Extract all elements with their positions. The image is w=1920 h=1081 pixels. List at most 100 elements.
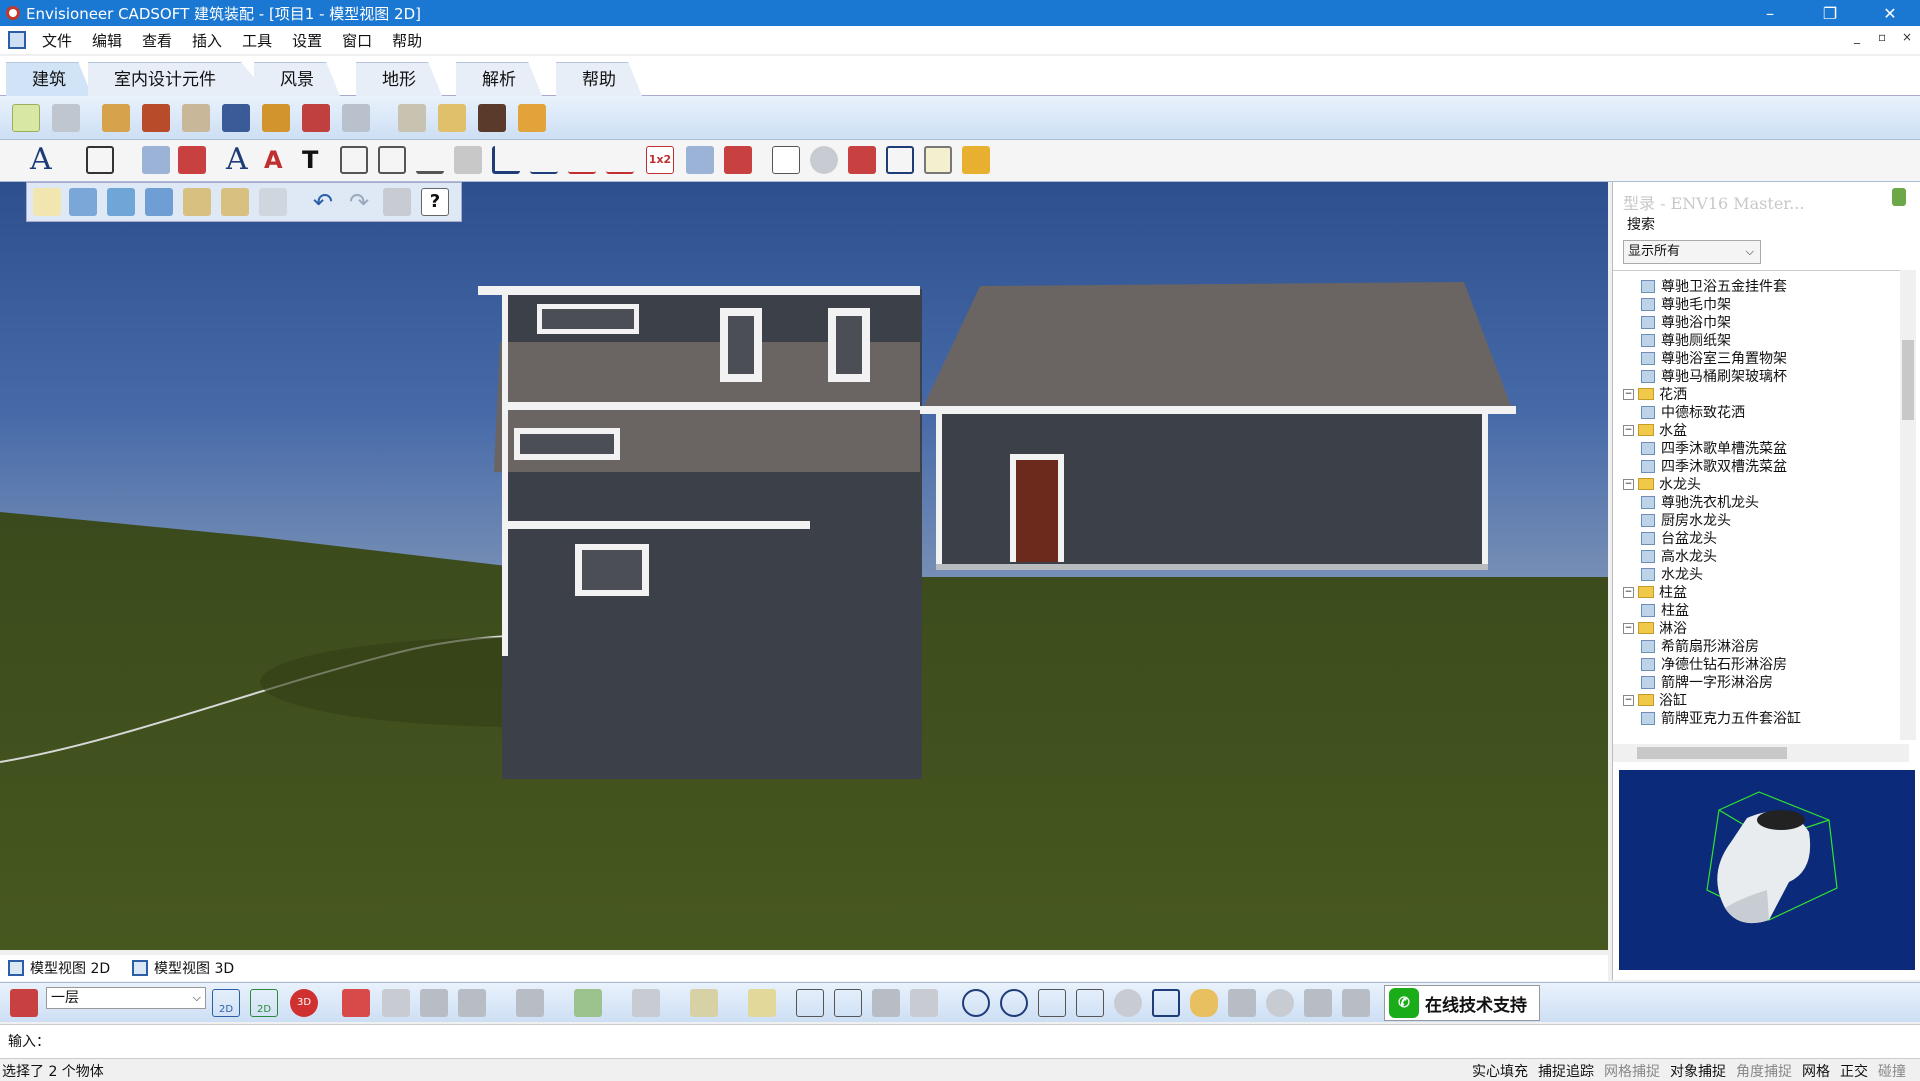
house-outline-icon[interactable]: [458, 989, 486, 1017]
tree-item[interactable]: 四季沐歌双槽洗菜盆: [1641, 457, 1787, 475]
dim-ordinate-icon[interactable]: [492, 146, 520, 174]
tree-folder[interactable]: − 水龙头: [1623, 475, 1701, 493]
fly-icon[interactable]: [1304, 989, 1332, 1017]
collapse-icon[interactable]: −: [1623, 388, 1634, 400]
gear-icon[interactable]: [810, 146, 838, 174]
minimize-button[interactable]: –: [1742, 0, 1798, 26]
restore-button[interactable]: ❐: [1802, 0, 1858, 26]
tree-horizontal-scrollbar[interactable]: [1613, 744, 1909, 762]
roof-icon[interactable]: [516, 989, 544, 1017]
document-icon[interactable]: [8, 31, 26, 49]
collapse-icon[interactable]: −: [1623, 586, 1634, 598]
tree-item[interactable]: 尊驰洗衣机龙头: [1641, 493, 1759, 511]
paint-brush-icon[interactable]: [52, 104, 80, 132]
tab-terrain[interactable]: 地形: [356, 62, 442, 96]
tv-icon[interactable]: [222, 104, 250, 132]
menu-insert[interactable]: 插入: [182, 30, 232, 51]
orbit-icon[interactable]: [1266, 989, 1294, 1017]
scale-icon[interactable]: 1x2: [646, 146, 674, 174]
plant-icon[interactable]: [438, 104, 466, 132]
tree-item[interactable]: 箭牌亚克力五件套浴缸: [1641, 709, 1801, 727]
tree-item[interactable]: 尊驰浴室三角置物架: [1641, 349, 1787, 367]
online-support-button[interactable]: ✆ 在线技术支持: [1384, 985, 1540, 1021]
menu-file[interactable]: 文件: [32, 30, 82, 51]
tab-model-view-2d[interactable]: 模型视图 2D: [8, 957, 110, 979]
tree-item[interactable]: 箭牌一字形淋浴房: [1641, 673, 1773, 691]
sofa-icon[interactable]: [262, 104, 290, 132]
tree-item[interactable]: 厨房水龙头: [1641, 511, 1731, 529]
tree-folder[interactable]: − 浴缸: [1623, 691, 1687, 709]
tree-item[interactable]: 水龙头: [1641, 565, 1703, 583]
tree-folder[interactable]: − 淋浴: [1623, 619, 1687, 637]
status-toggle[interactable]: 捕捉追踪: [1538, 1061, 1594, 1081]
dim-vertical-icon[interactable]: [340, 146, 368, 174]
tab-model-view-3d[interactable]: 模型视图 3D: [132, 957, 234, 979]
zoom-extents-icon[interactable]: [1076, 989, 1104, 1017]
status-toggle[interactable]: 实心填充: [1472, 1061, 1528, 1081]
dim-chain-icon[interactable]: [530, 146, 558, 174]
tree-folder[interactable]: − 花洒: [1623, 385, 1687, 403]
print-icon[interactable]: [383, 188, 411, 216]
dim-auto-icon[interactable]: [606, 146, 634, 174]
components-icon[interactable]: [342, 989, 370, 1017]
menu-window[interactable]: 窗口: [332, 30, 382, 51]
display-settings-icon[interactable]: [796, 989, 824, 1017]
home-view-icon[interactable]: [872, 989, 900, 1017]
tree-hscroll-thumb[interactable]: [1637, 747, 1787, 759]
tree-vertical-scrollbar[interactable]: [1900, 270, 1916, 740]
collapse-icon[interactable]: −: [1623, 694, 1634, 706]
dim-box-icon[interactable]: [378, 146, 406, 174]
status-toggle[interactable]: 网格捕捉: [1604, 1061, 1660, 1081]
stove-icon[interactable]: [478, 104, 506, 132]
library-icon[interactable]: [259, 188, 287, 216]
save-icon[interactable]: [183, 188, 211, 216]
fireplace-icon[interactable]: [302, 104, 330, 132]
fence-icon[interactable]: [690, 989, 718, 1017]
dim-baseline-icon[interactable]: [568, 146, 596, 174]
collapse-icon[interactable]: −: [1623, 622, 1634, 634]
mdi-close-button[interactable]: ×: [1902, 30, 1912, 44]
status-toggle[interactable]: 正交: [1840, 1061, 1868, 1081]
status-toggle[interactable]: 角度捕捉: [1736, 1061, 1792, 1081]
tree-folder[interactable]: − 柱盆: [1623, 583, 1687, 601]
menu-help[interactable]: 帮助: [382, 30, 432, 51]
zoom-icon[interactable]: [1114, 989, 1142, 1017]
lock-icon[interactable]: [1892, 188, 1906, 206]
save-as-icon[interactable]: [221, 188, 249, 216]
layer-select[interactable]: 一层 ⌵: [46, 987, 206, 1009]
walk-icon[interactable]: [1228, 989, 1256, 1017]
undo-icon[interactable]: ↶: [309, 188, 337, 216]
picture-icon[interactable]: [342, 104, 370, 132]
view-2d-3d-icon[interactable]: 2D: [250, 989, 278, 1017]
select-pointer-icon[interactable]: [12, 104, 40, 132]
command-line[interactable]: 输入：: [0, 1024, 1920, 1058]
redo-icon[interactable]: ↷: [345, 188, 373, 216]
tree-scroll-thumb[interactable]: [1902, 340, 1914, 420]
collapse-icon[interactable]: −: [1623, 424, 1634, 436]
tree-item[interactable]: 尊驰马桶刷架玻璃杯: [1641, 367, 1787, 385]
folder-icon[interactable]: [145, 188, 173, 216]
menu-edit[interactable]: 编辑: [82, 30, 132, 51]
dim-angle-icon[interactable]: [454, 146, 482, 174]
info-tag-icon[interactable]: [178, 146, 206, 174]
zoom-window-icon[interactable]: [1038, 989, 1066, 1017]
close-button[interactable]: ✕: [1862, 0, 1918, 26]
fixture-icon[interactable]: [518, 104, 546, 132]
status-toggle[interactable]: 网格: [1802, 1061, 1830, 1081]
chart-icon[interactable]: [924, 146, 952, 174]
dim-horizontal-icon[interactable]: [416, 146, 444, 174]
text-box-icon[interactable]: T: [302, 146, 330, 174]
cabinet-icon[interactable]: [102, 104, 130, 132]
layers-icon[interactable]: [962, 146, 990, 174]
appliance-icon[interactable]: [182, 104, 210, 132]
collapse-icon[interactable]: −: [1623, 478, 1634, 490]
tab-interior-design[interactable]: 室内设计元件: [88, 62, 270, 96]
pan-hand-icon[interactable]: [1190, 989, 1218, 1017]
menu-view[interactable]: 查看: [132, 30, 182, 51]
zoom-in-icon[interactable]: [962, 989, 990, 1017]
tree-folder[interactable]: − 水盆: [1623, 421, 1687, 439]
view-3d-icon[interactable]: 3D: [290, 989, 318, 1017]
tree-item[interactable]: 台盆龙头: [1641, 529, 1717, 547]
area-tag-icon[interactable]: [724, 146, 752, 174]
room-area-icon[interactable]: [686, 146, 714, 174]
